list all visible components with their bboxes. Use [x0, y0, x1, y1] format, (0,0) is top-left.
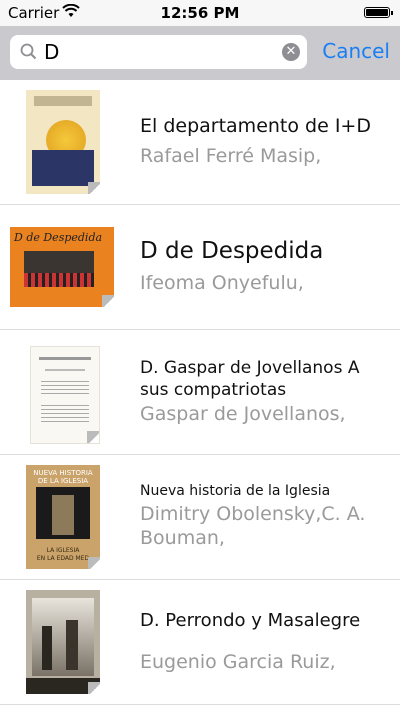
list-item[interactable]: D. Gaspar de Jovellanos A sus compatriot…	[0, 330, 400, 455]
battery-icon	[364, 7, 393, 18]
book-title: D de Despedida	[140, 238, 324, 265]
clear-search-button[interactable]: ✕	[282, 43, 300, 61]
close-icon: ✕	[285, 44, 297, 59]
book-author: Gaspar de Jovellanos,	[140, 403, 346, 426]
book-author: Eugenio Garcia Ruiz,	[140, 650, 336, 673]
list-item[interactable]: D. Perrondo y Masalegre Eugenio Garcia R…	[0, 580, 400, 705]
book-title: D. Perrondo y Masalegre	[140, 609, 361, 631]
results-list: El departamento de I+D Rafael Ferré Masi…	[0, 80, 400, 705]
book-cover-image: D de Despedida	[10, 227, 114, 307]
book-cover-image: NUEVA HISTORIA DE LA IGLESIA LA IGLESIA EN…	[26, 465, 100, 569]
list-item[interactable]: NUEVA HISTORIA DE LA IGLESIA LA IGLESIA EN…	[0, 455, 400, 580]
search-icon	[20, 43, 37, 64]
book-cover-image	[30, 346, 100, 444]
book-author: Rafael Ferré Masip,	[140, 145, 322, 168]
search-bar: ✕ Cancel	[0, 26, 400, 80]
list-item[interactable]: El departamento de I+D Rafael Ferré Masi…	[0, 80, 400, 205]
search-field[interactable]: ✕	[10, 35, 307, 69]
book-cover-image	[26, 590, 100, 694]
search-input[interactable]	[44, 39, 274, 65]
book-title: D. Gaspar de Jovellanos A sus compatriot…	[140, 358, 360, 401]
book-cover-image	[26, 90, 100, 194]
book-title: El departamento de I+D	[140, 115, 371, 138]
book-title: Nueva historia de la Iglesia	[140, 483, 331, 500]
cancel-button[interactable]: Cancel	[322, 39, 390, 63]
list-item[interactable]: D de Despedida D de Despedida Ifeoma Ony…	[0, 205, 400, 330]
status-bar: Carrier 12:56 PM	[0, 0, 400, 26]
clock: 12:56 PM	[160, 4, 240, 22]
book-author: Ifeoma Onyefulu,	[140, 272, 304, 295]
book-author: Dimitry Obolensky,C. A. Bouman,	[140, 503, 366, 549]
